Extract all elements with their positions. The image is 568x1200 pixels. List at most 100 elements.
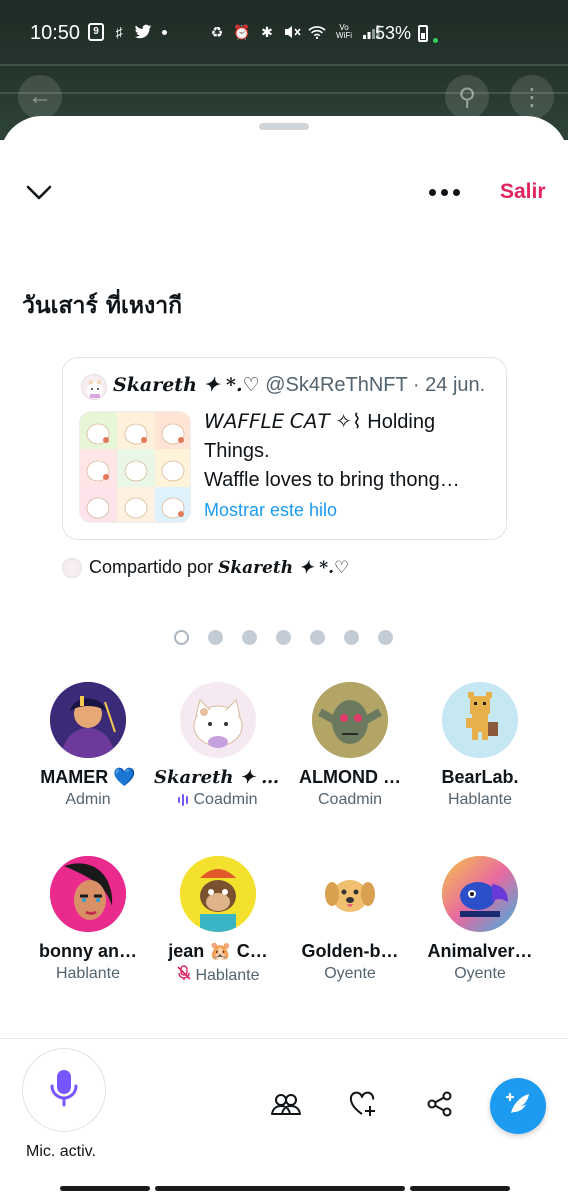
microphone-icon (49, 1068, 79, 1113)
status-time: 10:50 (30, 22, 81, 44)
shared-by-name: 𝑺𝒌𝒂𝒓𝒆𝒕𝒉 ✦ *.♡ (218, 557, 350, 578)
mute-icon (283, 23, 301, 41)
participant-role-text: Oyente (454, 965, 506, 982)
participant-role: Coadmin (154, 791, 282, 809)
participant-role: Admin (24, 791, 152, 809)
participant-name: bonny an… (39, 941, 137, 961)
participant-name-text: MAMER (40, 767, 109, 787)
compose-tweet-button[interactable] (490, 1078, 546, 1134)
show-thread-link[interactable]: Mostrar este hilo (204, 500, 337, 521)
shared-by-prefix: Compartido por (89, 557, 214, 577)
sync-icon: ♻ (210, 23, 224, 40)
more-notifications-dot (162, 29, 167, 35)
search-icon: ⚲ (445, 75, 489, 119)
participant-role-text: Hablante (55, 965, 121, 982)
chevron-down-icon[interactable] (26, 182, 52, 202)
participant-role: Hablante (416, 791, 544, 809)
participant-role-text: Admin (65, 791, 111, 808)
battery-percentage: 53% (375, 23, 412, 43)
tweet-date: 24 jun. (425, 374, 486, 396)
participant-role-text: Hablante (447, 791, 513, 808)
avatar-dog[interactable] (312, 856, 388, 932)
tweet-author-handle: @Sk4ReThNFT (265, 374, 408, 396)
pagination-dots (174, 630, 393, 645)
vowifi-bottom: WiFi (336, 31, 352, 40)
wifi-icon (308, 23, 326, 41)
avatar-monkey[interactable] (180, 856, 256, 932)
compose-tweet-icon (503, 1089, 533, 1124)
twitter-bird-icon (134, 23, 152, 41)
participant-card[interactable]: ALMOND … Coadmin (286, 682, 414, 809)
pagination-dot[interactable] (208, 630, 223, 645)
participant-role: Hablante (24, 965, 152, 983)
participant-card[interactable]: jean 🐹 C… Hablante (154, 856, 282, 986)
participant-card[interactable]: BearLab. Hablante (416, 682, 544, 809)
participant-role-text: Coadmin (193, 791, 258, 808)
participant-role: Hablante (154, 965, 282, 986)
sheet-grabber[interactable] (259, 123, 309, 130)
back-arrow-icon: ← (18, 75, 62, 119)
tweet-text: 𝘞𝘈𝘍𝘍𝘓𝘌 𝘊𝘈𝘛 ✧⌇ Holding Things. Waffle lov… (204, 408, 494, 495)
avatar-girl[interactable] (50, 856, 126, 932)
participant-card[interactable]: Golden-b… Oyente (286, 856, 414, 983)
pagination-dot[interactable] (378, 630, 393, 645)
avatar-goblin[interactable] (312, 682, 388, 758)
avatar-fish[interactable] (442, 856, 518, 932)
avatar-pixel-bear[interactable] (442, 682, 518, 758)
avatar-cat[interactable] (180, 682, 256, 758)
mic-muted-icon (176, 965, 192, 986)
participant-role: Coadmin (286, 791, 414, 809)
alarm-icon: ⏰ (233, 23, 251, 40)
participant-name: BearLab. (441, 767, 519, 787)
pagination-dot[interactable] (276, 630, 291, 645)
tweet-separator: · (407, 374, 426, 396)
bluetooth-icon: ✱ (261, 23, 273, 40)
pagination-dot[interactable] (242, 630, 257, 645)
tweet-text-line: 𝘞𝘈𝘍𝘍𝘓𝘌 𝘊𝘈𝘛 ✧⌇ Holding (204, 411, 436, 433)
system-nav-bar (60, 1186, 510, 1192)
calendar-icon: 9 (88, 23, 104, 41)
speaking-indicator-icon (178, 794, 189, 806)
microphone-status-label: Mic. activ. (26, 1143, 96, 1160)
privacy-indicator-dot (433, 38, 438, 43)
share-icon[interactable] (424, 1088, 456, 1120)
participant-role-text: Coadmin (317, 791, 383, 808)
pagination-dot[interactable] (310, 630, 325, 645)
participant-card[interactable]: Animalver… Oyente (416, 856, 544, 983)
tweet-header: 𝑺𝒌𝒂𝒓𝒆𝒕𝒉 ✦ *.♡ @Sk4ReThNFT · 24 jun. (113, 374, 503, 397)
participant-card[interactable]: MAMER 💙 Admin (24, 682, 152, 809)
notification-icon: ♯ (115, 24, 123, 40)
bottom-bar-divider (0, 1038, 568, 1039)
tweet-media-thumbnail[interactable] (79, 411, 191, 523)
shared-by-avatar (62, 557, 82, 578)
people-icon[interactable] (270, 1088, 302, 1120)
more-horizontal-icon[interactable] (426, 180, 462, 204)
participant-card[interactable]: bonny an… Hablante (24, 856, 152, 983)
participant-role: Oyente (286, 965, 414, 983)
tweet-author-avatar[interactable] (81, 374, 107, 400)
pinned-tweet-card[interactable]: 𝑺𝒌𝒂𝒓𝒆𝒕𝒉 ✦ *.♡ @Sk4ReThNFT · 24 jun. 𝘞𝘈𝘍𝘍… (62, 357, 507, 540)
participant-name: ALMOND … (299, 767, 401, 787)
participant-role: Oyente (416, 965, 544, 983)
participant-name: 𝑺𝒌𝒂𝒓𝒆𝒕𝒉 ✦ *… (154, 767, 282, 788)
status-bar: 10:50 9 ♯ ♻ ⏰ ✱ Vo WiFi 53% (0, 0, 568, 66)
avatar-illustration[interactable] (50, 682, 126, 758)
participant-card[interactable]: 𝑺𝒌𝒂𝒓𝒆𝒕𝒉 ✦ *… Coadmin (154, 682, 282, 809)
battery-icon (418, 25, 428, 42)
heart-plus-icon[interactable] (347, 1088, 379, 1120)
tweet-text-line: Waffle loves to bring thong… (204, 469, 460, 491)
leave-button[interactable]: Salir (500, 180, 546, 204)
tweet-text-line: Things. (204, 440, 270, 462)
participant-name: Golden-b… (301, 941, 399, 961)
participant-name: jean 🐹 C… (168, 941, 268, 961)
shared-by: Compartido por 𝑺𝒌𝒂𝒓𝒆𝒕𝒉 ✦ *.♡ (62, 557, 349, 578)
space-title: วันเสาร์ ที่เหงากี (22, 293, 183, 319)
more-vertical-icon: ⋮ (510, 75, 554, 119)
pagination-dot[interactable] (174, 630, 189, 645)
participant-role-text: Hablante (195, 966, 260, 984)
tweet-author-name: 𝑺𝒌𝒂𝒓𝒆𝒕𝒉 ✦ *.♡ (113, 374, 260, 396)
vowifi-icon: Vo WiFi (333, 24, 355, 40)
microphone-button[interactable] (22, 1048, 106, 1132)
pagination-dot[interactable] (344, 630, 359, 645)
blue-heart-emoji: 💙 (113, 767, 136, 787)
